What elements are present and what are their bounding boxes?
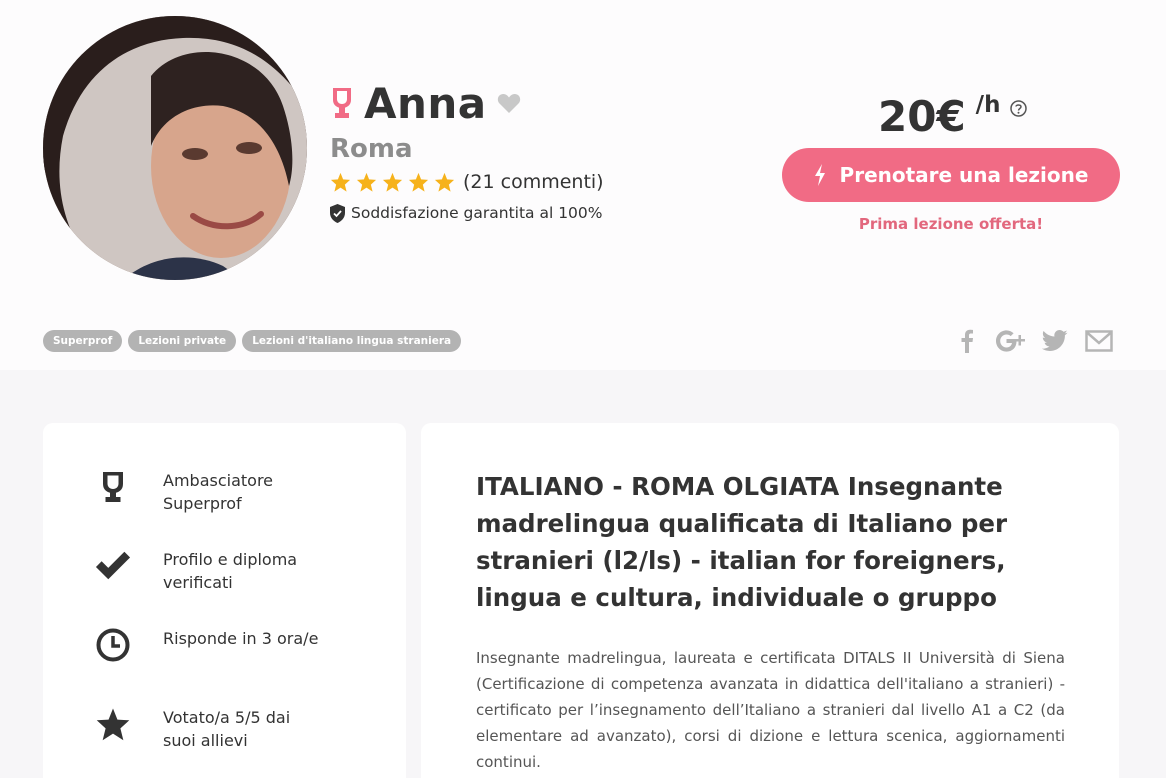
price-unit: /h xyxy=(975,92,1001,118)
reviews-count[interactable]: (21 commenti) xyxy=(463,171,604,193)
description-card: ITALIANO - ROMA OLGIATA Insegnante madre… xyxy=(421,423,1119,778)
feature-item: Votato/a 5/5 dai suoi allievi xyxy=(95,706,290,750)
guarantee-text: Soddisfazione garantita al 100% xyxy=(351,204,603,222)
feature-item: Ambasciatore Superprof xyxy=(95,469,273,513)
price: 20€ /h xyxy=(878,88,1028,146)
star-icon xyxy=(382,172,403,192)
google-plus-icon[interactable] xyxy=(996,326,1026,356)
guarantee: Soddisfazione garantita al 100% xyxy=(330,202,603,224)
description-title: ITALIANO - ROMA OLGIATA Insegnante madre… xyxy=(476,472,1008,612)
star-icon xyxy=(408,172,429,192)
feature-text: Ambasciatore Superprof xyxy=(163,471,274,513)
facebook-icon[interactable] xyxy=(952,326,982,356)
trophy-icon xyxy=(333,88,351,118)
mail-icon[interactable] xyxy=(1084,326,1114,356)
star-icon xyxy=(356,172,377,192)
twitter-icon[interactable] xyxy=(1040,326,1070,356)
star-icon xyxy=(330,172,351,192)
feature-item: Profilo e diploma verificati xyxy=(95,548,297,592)
rating: (21 commenti) xyxy=(330,170,604,194)
trophy-icon xyxy=(95,469,131,505)
features-card: Ambasciatore Superprof Profilo e diploma… xyxy=(43,423,406,778)
description-body: Insegnante madrelingua, laureata e certi… xyxy=(476,649,1065,771)
feature-text: Risponde in 3 ora/e xyxy=(163,629,319,648)
feature-text: Votato/a 5/5 dai suoi allievi xyxy=(163,708,291,750)
feature-text: Profilo e diploma verificati xyxy=(163,550,298,592)
star-icon xyxy=(434,172,455,192)
social-share xyxy=(952,326,1128,356)
book-lesson-button[interactable]: Prenotare una lezione xyxy=(782,148,1120,202)
breadcrumb-item[interactable]: Lezioni private xyxy=(128,330,237,352)
clock-icon xyxy=(95,627,131,663)
heart-icon[interactable] xyxy=(497,92,521,114)
tutor-name: Anna xyxy=(364,78,487,128)
shield-icon xyxy=(330,203,345,223)
lightning-icon xyxy=(814,164,825,186)
price-amount: 20€ xyxy=(878,92,966,141)
profile-header: Anna Roma (21 commenti) Soddisfazione ga… xyxy=(0,0,1166,370)
city-label: Roma xyxy=(330,134,413,164)
help-icon[interactable] xyxy=(1010,100,1028,117)
avatar xyxy=(43,16,307,280)
name-row: Anna xyxy=(330,78,521,128)
book-lesson-label: Prenotare una lezione xyxy=(839,163,1089,187)
breadcrumb-item[interactable]: Superprof xyxy=(43,330,123,352)
breadcrumb-item[interactable]: Lezioni d'italiano lingua straniera xyxy=(242,330,462,352)
checkmark-icon xyxy=(95,548,131,584)
feature-item: Risponde in 3 ora/e xyxy=(95,627,318,663)
star-icon xyxy=(95,706,131,742)
first-lesson-offer: Prima lezione offerta! xyxy=(858,215,1044,233)
breadcrumb: Superprof Lezioni private Lezioni d'ital… xyxy=(43,330,467,352)
